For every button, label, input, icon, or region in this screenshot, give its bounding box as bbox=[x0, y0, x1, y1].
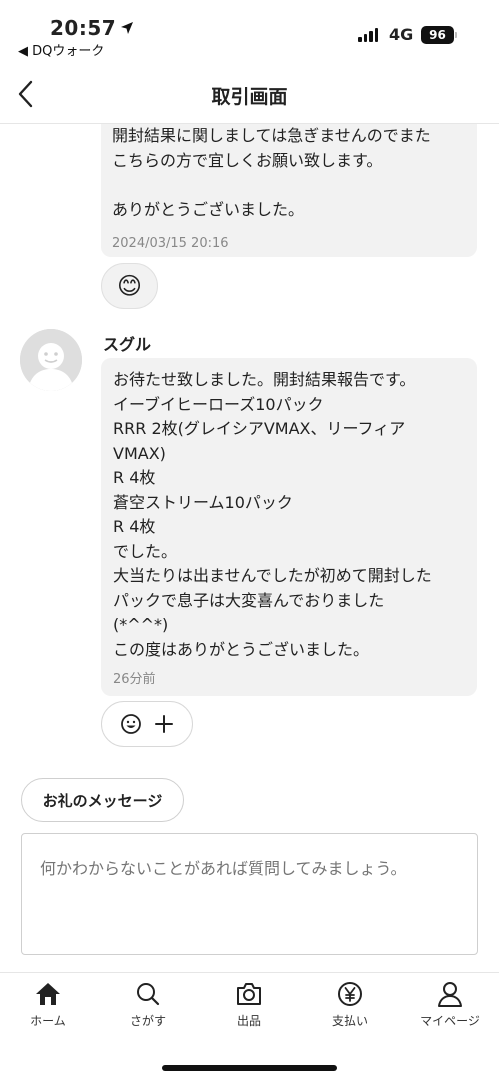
tab-label: 支払い bbox=[331, 1014, 368, 1028]
message-bubble-latest: お待たせ致しました。開封結果報告です。 イーブイヒーローズ10パック RRR 2… bbox=[101, 358, 477, 696]
message-timestamp: 26分前 bbox=[113, 672, 156, 687]
status-bar: 20:57 ◀ DQウォーク 4G 96 bbox=[0, 0, 499, 62]
message-input[interactable] bbox=[21, 833, 478, 955]
default-avatar-icon bbox=[20, 329, 82, 391]
plus-icon bbox=[155, 715, 173, 733]
status-time: 20:57 bbox=[50, 16, 134, 40]
message-timestamp: 2024/03/15 20:16 bbox=[112, 236, 229, 251]
avatar[interactable] bbox=[20, 329, 82, 391]
tab-label: 出品 bbox=[236, 1014, 261, 1028]
network-type: 4G bbox=[389, 25, 414, 44]
smile-emoji-icon: 😊 bbox=[116, 272, 143, 300]
tab-payment[interactable]: 支払い bbox=[300, 981, 400, 1029]
battery-indicator: 96 bbox=[421, 26, 454, 44]
search-icon bbox=[137, 983, 160, 1006]
message-text: 開封結果に関しましては急ぎませんのでまた こちらの方で宜しくお願い致します。 あ… bbox=[112, 126, 431, 219]
sender-name: スグル bbox=[103, 335, 152, 354]
battery-tip bbox=[455, 32, 457, 38]
message-text: お待たせ致しました。開封結果報告です。 イーブイヒーローズ10パック RRR 2… bbox=[113, 370, 432, 659]
person-icon bbox=[438, 982, 462, 1007]
thanks-message-button[interactable]: お礼のメッセージ bbox=[21, 778, 184, 822]
status-time-text: 20:57 bbox=[50, 16, 117, 40]
camera-icon bbox=[237, 983, 261, 1005]
emoji-icon bbox=[121, 714, 141, 734]
message-bubble-previous: 開封結果に関しましては急ぎませんのでまた こちらの方で宜しくお願い致します。 あ… bbox=[101, 124, 477, 257]
tab-home[interactable]: ホーム bbox=[0, 981, 98, 1029]
back-to-app-link[interactable]: ◀ DQウォーク bbox=[18, 40, 104, 59]
signal-icon bbox=[358, 28, 378, 42]
tab-bar: ホーム さがす 出品 支払い マイページ bbox=[0, 972, 499, 1080]
tab-sell[interactable]: 出品 bbox=[199, 981, 299, 1029]
tab-mypage[interactable]: マイページ bbox=[400, 981, 499, 1029]
tab-label: ホーム bbox=[30, 1014, 66, 1028]
tab-label: マイページ bbox=[420, 1014, 480, 1028]
home-indicator bbox=[162, 1065, 337, 1071]
home-icon bbox=[36, 983, 60, 1005]
reaction-smile-button[interactable]: 😊 bbox=[101, 263, 158, 309]
yen-icon bbox=[338, 982, 362, 1006]
tab-label: さがす bbox=[129, 1014, 166, 1028]
header: 取引画面 bbox=[0, 62, 499, 124]
page-title: 取引画面 bbox=[211, 86, 288, 108]
location-arrow-icon bbox=[121, 22, 134, 34]
tab-search[interactable]: さがす bbox=[98, 981, 198, 1029]
add-reaction-button[interactable] bbox=[101, 701, 193, 747]
